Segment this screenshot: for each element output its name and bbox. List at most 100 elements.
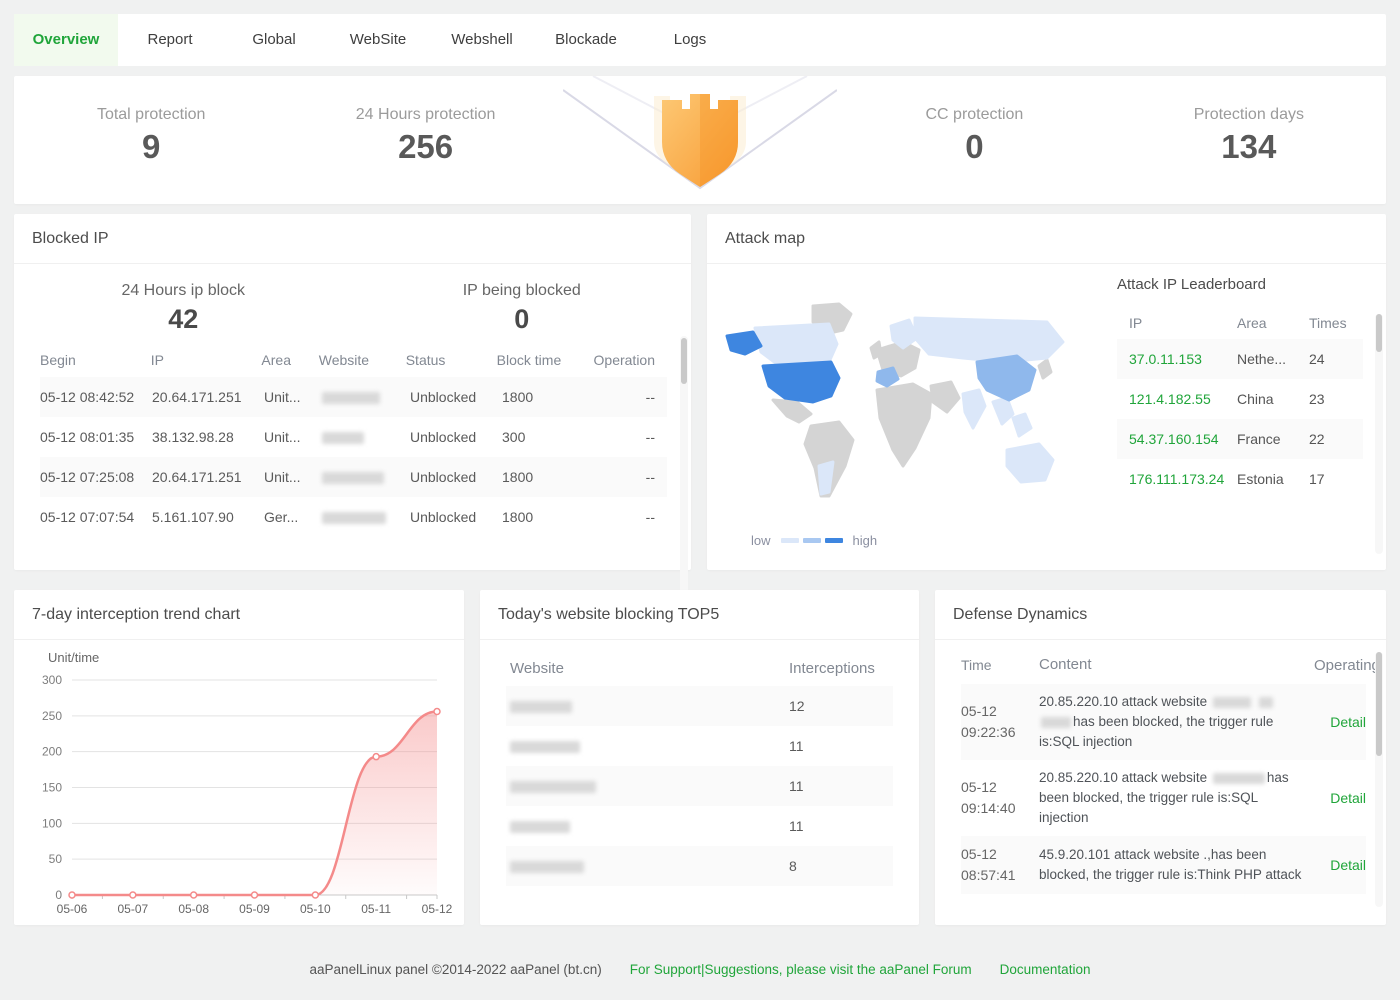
nav-tab[interactable]: Webshell <box>430 14 534 66</box>
leaderboard-title: Attack IP Leaderboard <box>1117 276 1363 293</box>
copyright-text: aaPanelLinux panel ©2014-2022 aaPanel (b… <box>310 962 602 977</box>
table-row: 05-12 08:42:52 20.64.171.251 Unit... Unb… <box>40 377 667 417</box>
redacted-website <box>510 861 584 873</box>
redacted-website <box>510 701 572 713</box>
attacker-ip[interactable]: 176.111.173.24 <box>1129 471 1237 487</box>
world-map <box>717 300 1087 515</box>
stat-value: 9 <box>14 128 288 166</box>
attacker-ip[interactable]: 37.0.11.153 <box>1129 351 1237 367</box>
event-time: 09:22:36 <box>961 722 1039 743</box>
blocked-ip-panel: Blocked IP 24 Hours ip block 42 IP being… <box>14 214 691 570</box>
table-row: 11 <box>506 806 893 846</box>
legend-swatch-low <box>781 538 799 543</box>
event-date: 05-12 <box>961 701 1039 722</box>
event-time: 08:57:41 <box>961 865 1039 886</box>
stat-protection-days: Protection days 134 <box>1112 76 1386 204</box>
table-row: 05-12 07:07:54 5.161.107.90 Ger... Unblo… <box>40 497 667 537</box>
shield-icon <box>563 76 837 204</box>
scrollbar[interactable] <box>1375 652 1383 907</box>
stat-ip-being-blocked: IP being blocked 0 <box>353 282 692 335</box>
attacker-ip[interactable]: 54.37.160.154 <box>1129 431 1237 447</box>
blocked-ip-table: Begin IP Area Website Status Block time … <box>40 343 667 537</box>
event-content: 20.85.220.10 attack website has been blo… <box>1039 692 1314 752</box>
svg-text:50: 50 <box>49 852 63 866</box>
event-date: 05-12 <box>961 844 1039 865</box>
panel-title: Defense Dynamics <box>935 590 1386 640</box>
nav-tab[interactable]: Blockade <box>534 14 638 66</box>
stat-value: 256 <box>288 128 562 166</box>
svg-text:05-08: 05-08 <box>178 902 209 916</box>
defense-event-row: 05-12 08:57:41 45.9.20.101 attack websit… <box>961 836 1366 894</box>
stat-value: 0 <box>837 128 1111 166</box>
svg-text:0: 0 <box>55 888 62 902</box>
svg-text:05-07: 05-07 <box>117 902 148 916</box>
table-row: 8 <box>506 846 893 886</box>
leaderboard-row: 121.4.182.55 China 23 <box>1117 379 1363 419</box>
svg-text:05-10: 05-10 <box>300 902 331 916</box>
stat-24h-protection: 24 Hours protection 256 <box>288 76 562 204</box>
panel-title: Today's website blocking TOP5 <box>480 590 919 640</box>
footer: aaPanelLinux panel ©2014-2022 aaPanel (b… <box>0 962 1400 977</box>
svg-text:05-06: 05-06 <box>57 902 88 916</box>
nav-tab[interactable]: Global <box>222 14 326 66</box>
event-content: 20.85.220.10 attack website has been blo… <box>1039 768 1314 828</box>
legend-high-label: high <box>853 533 878 548</box>
defense-event-row: 05-12 09:14:40 20.85.220.10 attack websi… <box>961 760 1366 836</box>
table-row: 12 <box>506 686 893 726</box>
map-legend: low high <box>743 533 885 548</box>
stat-label: CC protection <box>837 106 1111 124</box>
detail-link[interactable]: Detail <box>1330 857 1366 873</box>
trend-line-chart: 05010015020025030005-0605-0705-0805-0905… <box>14 590 464 925</box>
shield-emblem <box>563 76 837 204</box>
stat-label: 24 Hours protection <box>288 106 562 124</box>
stat-total-protection: Total protection 9 <box>14 76 288 204</box>
documentation-link[interactable]: Documentation <box>1000 962 1091 977</box>
stat-24h-ip-block: 24 Hours ip block 42 <box>14 282 353 335</box>
support-link[interactable]: For Support|Suggestions, please visit th… <box>630 962 972 977</box>
leaderboard-row: 54.37.160.154 France 22 <box>1117 419 1363 459</box>
nav-tab[interactable]: Logs <box>638 14 742 66</box>
leaderboard-row: 37.0.11.153 Nethe... 24 <box>1117 339 1363 379</box>
redacted-website <box>322 392 380 404</box>
event-content: 45.9.20.101 attack website .,has been bl… <box>1039 845 1314 885</box>
panel-title: Attack map <box>707 214 1386 264</box>
scrollbar[interactable] <box>1375 314 1383 554</box>
detail-link[interactable]: Detail <box>1330 790 1366 806</box>
defense-event-row: 05-12 09:22:36 20.85.220.10 attack websi… <box>961 684 1366 760</box>
table-header-row: Website Interceptions <box>506 650 893 686</box>
attacker-ip[interactable]: 121.4.182.55 <box>1129 391 1237 407</box>
table-row: 11 <box>506 726 893 766</box>
stat-cc-protection: CC protection 0 <box>837 76 1111 204</box>
redacted-website <box>322 512 386 524</box>
nav-tab[interactable]: Overview <box>14 14 118 66</box>
nav-tab[interactable]: WebSite <box>326 14 430 66</box>
svg-text:250: 250 <box>42 709 62 723</box>
redacted-text <box>1041 717 1071 728</box>
redacted-text <box>1213 773 1265 784</box>
svg-text:100: 100 <box>42 816 62 830</box>
top-tab-bar: OverviewReportGlobalWebSiteWebshellBlock… <box>14 14 1386 66</box>
world-map-svg <box>717 300 1087 515</box>
detail-link[interactable]: Detail <box>1330 714 1366 730</box>
redacted-website <box>322 472 384 484</box>
svg-text:05-11: 05-11 <box>361 902 391 916</box>
defense-dynamics-panel: Defense Dynamics Time Content Operating … <box>935 590 1386 925</box>
redacted-website <box>510 741 580 753</box>
redacted-text <box>1213 697 1251 708</box>
svg-text:150: 150 <box>42 781 62 795</box>
table-header-row: IP Area Times <box>1117 307 1363 339</box>
redacted-website <box>510 821 570 833</box>
legend-swatch-mid <box>803 538 821 543</box>
svg-text:200: 200 <box>42 745 62 759</box>
redacted-website <box>322 432 364 444</box>
trend-chart-panel: 7-day interception trend chart Unit/time… <box>14 590 464 925</box>
table-row: 05-12 07:25:08 20.64.171.251 Unit... Unb… <box>40 457 667 497</box>
leaderboard-row: 176.111.173.24 Estonia 17 <box>1117 459 1363 499</box>
legend-swatch-high <box>825 538 843 543</box>
event-date: 05-12 <box>961 777 1039 798</box>
nav-tab[interactable]: Report <box>118 14 222 66</box>
protection-stats-card: Total protection 9 24 Hours protection 2… <box>14 76 1386 204</box>
defense-table: Time Content Operating 05-12 09:22:36 20… <box>961 646 1366 894</box>
table-row: 05-12 08:01:35 38.132.98.28 Unit... Unbl… <box>40 417 667 457</box>
top5-table: Website Interceptions 12 11 11 11 8 <box>506 650 893 886</box>
